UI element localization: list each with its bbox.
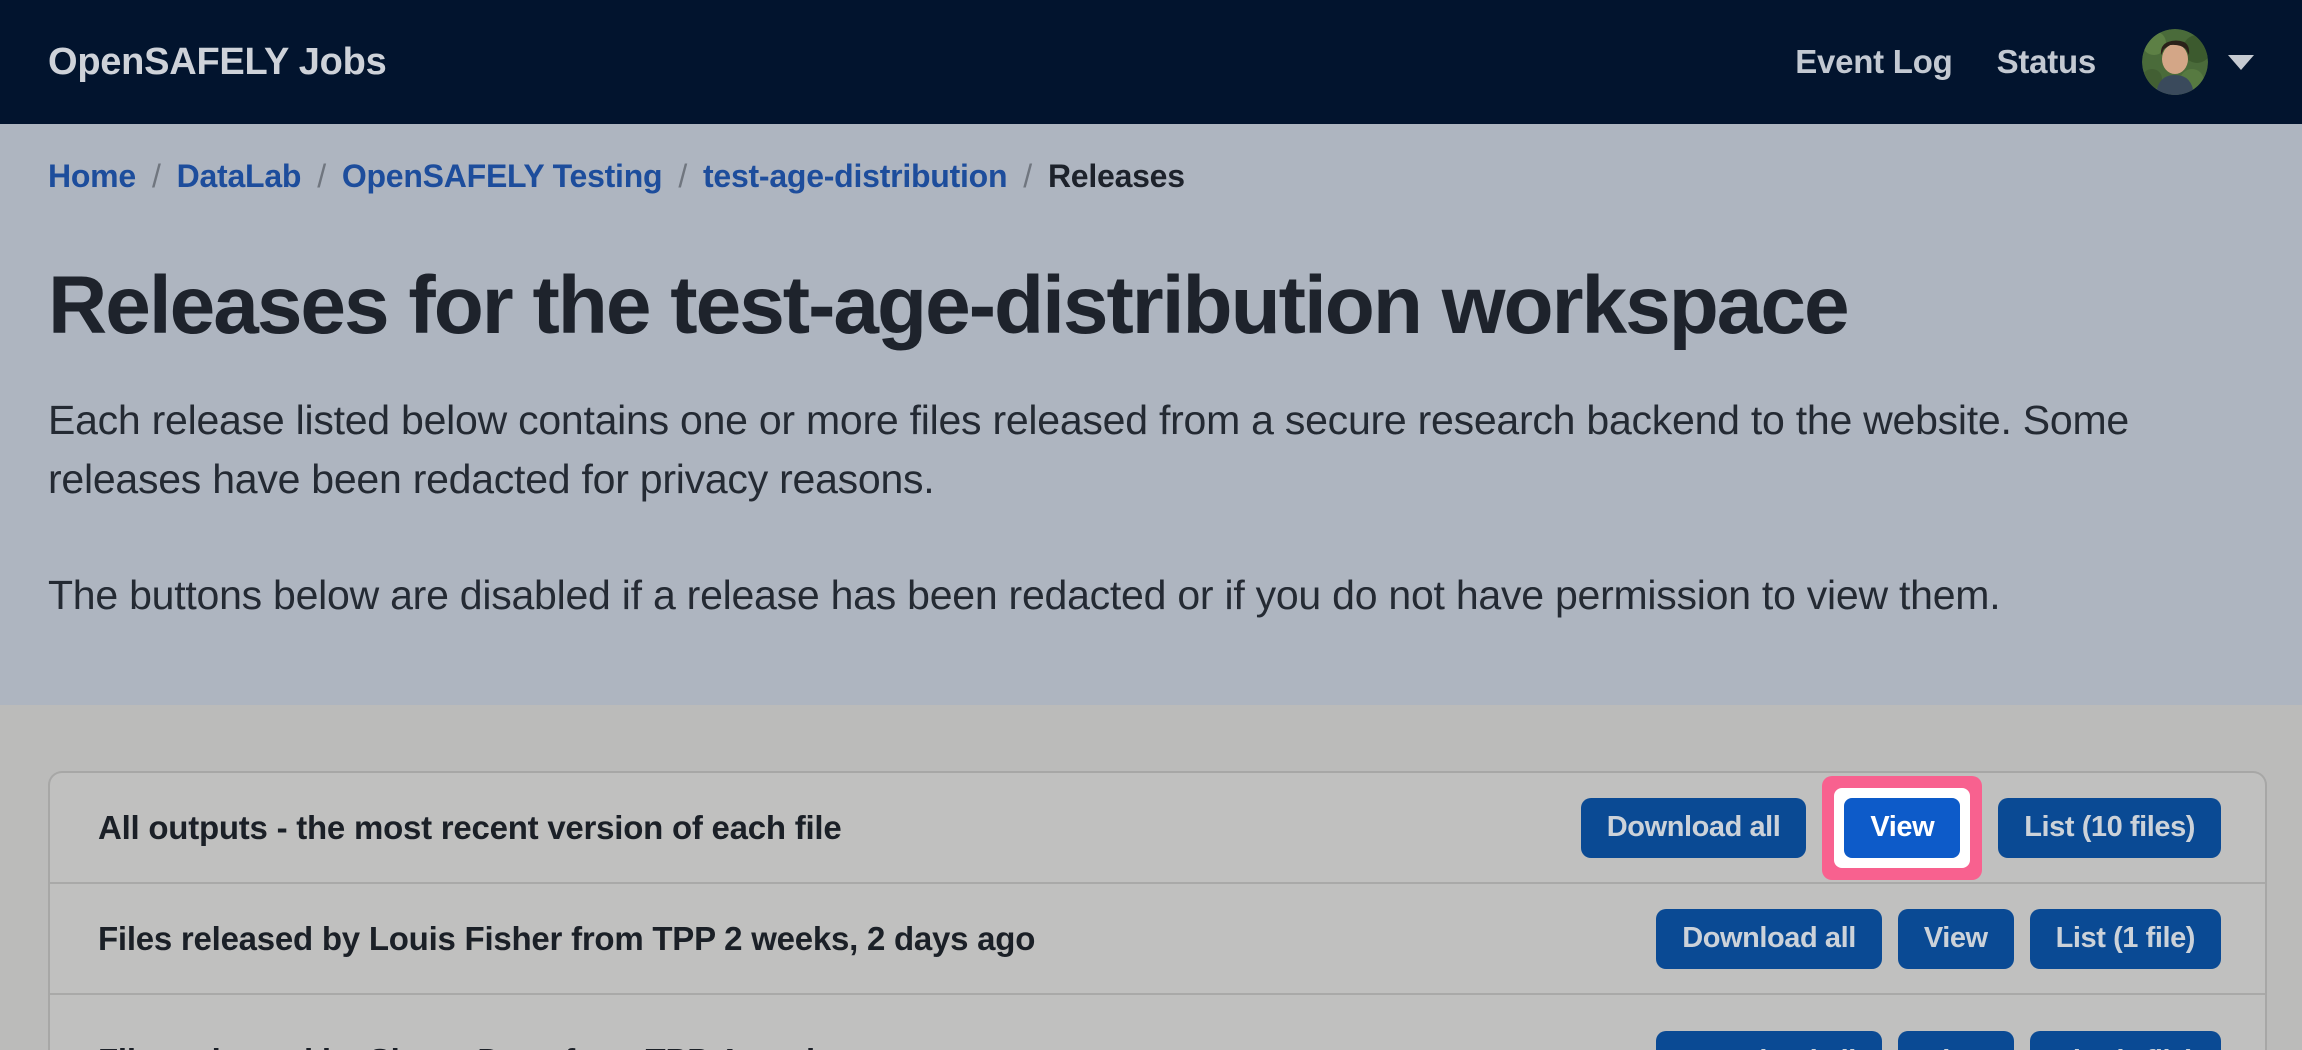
breadcrumb-workspace[interactable]: test-age-distribution xyxy=(703,158,1007,195)
breadcrumb: Home / DataLab / OpenSAFELY Testing / te… xyxy=(48,158,2254,195)
release-row-louis-fisher: Files released by Louis Fisher from TPP … xyxy=(50,884,2265,995)
release-label: Files released by Simon Davy from TPP 4 … xyxy=(98,1042,909,1050)
release-label: All outputs - the most recent version of… xyxy=(98,809,841,847)
top-navbar: OpenSAFELY Jobs Event Log Status xyxy=(0,0,2302,124)
page-title: Releases for the test-age-distribution w… xyxy=(48,259,2254,353)
navbar-links: Event Log Status xyxy=(1751,29,2254,95)
view-button[interactable]: View xyxy=(1898,909,2014,969)
breadcrumb-separator: / xyxy=(678,158,687,195)
release-label: Files released by Louis Fisher from TPP … xyxy=(98,920,1035,958)
brand-link[interactable]: OpenSAFELY Jobs xyxy=(48,41,387,84)
list-files-button[interactable]: List (1 file) xyxy=(2030,1031,2221,1050)
page: OpenSAFELY Jobs Event Log Status xyxy=(0,0,2302,1050)
user-menu-toggle[interactable] xyxy=(2142,29,2254,95)
breadcrumb-separator: / xyxy=(1023,158,1032,195)
breadcrumb-current-releases: Releases xyxy=(1048,158,1185,195)
nav-link-event-log[interactable]: Event Log xyxy=(1795,43,1952,81)
intro-paragraph-1: Each release listed below contains one o… xyxy=(48,391,2228,510)
row-actions: Download all View List (1 file) xyxy=(1656,909,2221,969)
highlight-annotation-ring: View xyxy=(1834,788,1970,868)
release-row-simon-davy: Files released by Simon Davy from TPP 4 … xyxy=(50,995,2265,1050)
download-all-button[interactable]: Download all xyxy=(1581,798,1807,858)
avatar xyxy=(2142,29,2208,95)
caret-down-icon xyxy=(2228,55,2254,70)
view-button-highlighted[interactable]: View xyxy=(1844,798,1960,858)
breadcrumb-home[interactable]: Home xyxy=(48,158,136,195)
view-button[interactable]: View xyxy=(1898,1031,2014,1050)
intro-paragraph-2: The buttons below are disabled if a rele… xyxy=(48,566,2228,625)
breadcrumb-separator: / xyxy=(152,158,161,195)
row-actions: Download all View List (10 files) xyxy=(1581,776,2221,880)
download-all-button[interactable]: Download all xyxy=(1656,1031,1882,1050)
content-area: All outputs - the most recent version of… xyxy=(0,705,2302,1050)
hero-section: Home / DataLab / OpenSAFELY Testing / te… xyxy=(0,124,2302,705)
highlight-annotation-box: View xyxy=(1822,776,1982,880)
download-all-button[interactable]: Download all xyxy=(1656,909,1882,969)
breadcrumb-separator: / xyxy=(317,158,326,195)
list-files-button[interactable]: List (1 file) xyxy=(2030,909,2221,969)
list-files-button[interactable]: List (10 files) xyxy=(1998,798,2221,858)
breadcrumb-datalab[interactable]: DataLab xyxy=(177,158,302,195)
breadcrumb-project[interactable]: OpenSAFELY Testing xyxy=(342,158,662,195)
nav-link-status[interactable]: Status xyxy=(1997,43,2096,81)
releases-card: All outputs - the most recent version of… xyxy=(48,771,2267,1050)
release-row-all-outputs: All outputs - the most recent version of… xyxy=(50,773,2265,884)
row-actions: Download all View List (1 file) xyxy=(1656,1031,2221,1050)
